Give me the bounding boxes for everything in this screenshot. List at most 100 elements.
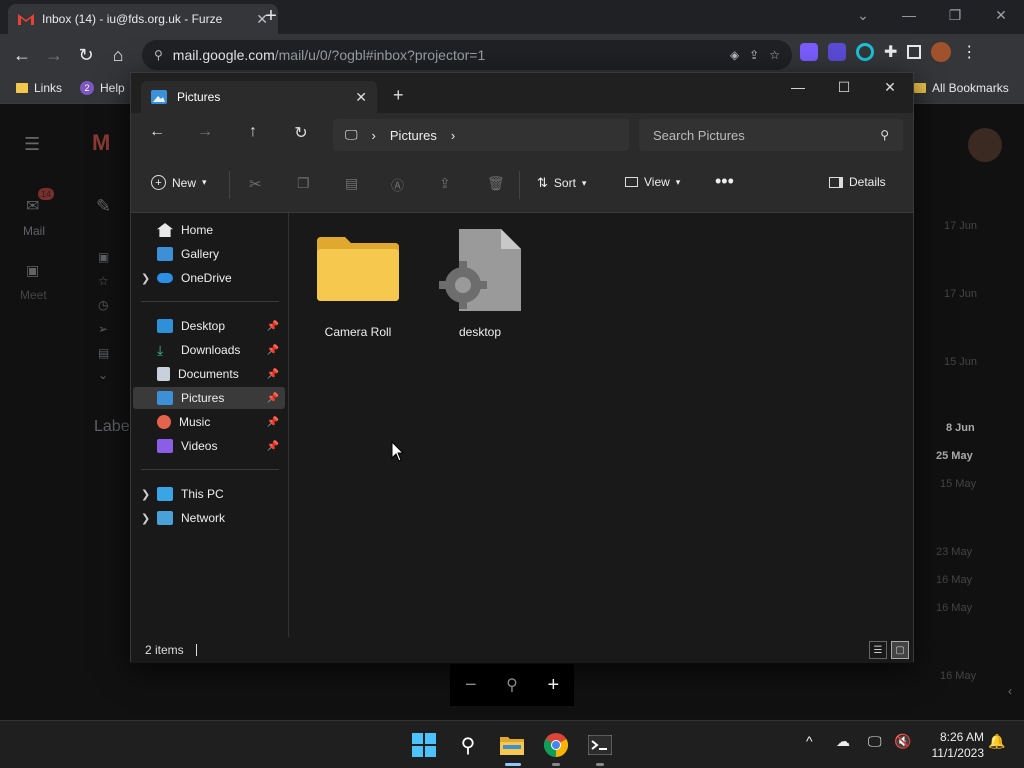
nav-item-this-pc[interactable]: ❯ This PC — [133, 483, 285, 505]
file-item-camera-roll[interactable]: Camera Roll — [303, 227, 413, 339]
file-item-desktop-ini[interactable]: desktop — [425, 227, 535, 339]
new-tab-button[interactable]: + — [260, 6, 282, 28]
taskbar-clock[interactable]: 8:26 AM 11/1/2023 — [932, 729, 985, 761]
pin-icon[interactable]: 📌 — [267, 417, 279, 428]
nav-item-onedrive[interactable]: ❯ OneDrive — [133, 267, 285, 289]
file-explorer-taskbar-icon[interactable] — [498, 731, 526, 759]
explorer-new-tab-button[interactable]: + — [393, 85, 404, 106]
chevron-right-icon[interactable]: ❯ — [141, 272, 150, 285]
collapse-chevron-icon[interactable]: ‹ — [1008, 684, 1012, 698]
meet-icon[interactable]: ▣ — [26, 262, 39, 279]
more-chevron-icon[interactable]: ⌄ — [98, 368, 108, 382]
drafts-icon[interactable]: ▤ — [98, 346, 109, 360]
forward-arrow-icon[interactable]: → — [191, 123, 219, 147]
volume-muted-icon[interactable]: 🔇 — [894, 733, 911, 750]
zoom-reset-icon[interactable]: ⚲ — [506, 675, 518, 695]
nav-item-music[interactable]: Music 📌 — [133, 411, 285, 433]
nav-item-gallery[interactable]: Gallery — [133, 243, 285, 265]
search-icon[interactable]: ⚲ — [454, 731, 482, 759]
notification-bell-icon[interactable]: 🔔 — [988, 733, 1005, 750]
minimize-icon[interactable]: — — [775, 73, 821, 101]
delete-icon[interactable]: 🗑 — [487, 175, 505, 192]
minimize-icon[interactable]: — — [886, 0, 932, 30]
nav-item-documents[interactable]: Documents 📌 — [133, 363, 285, 385]
terminal-taskbar-icon[interactable] — [586, 731, 614, 759]
more-options-icon[interactable]: ••• — [715, 171, 734, 192]
bookmark-star-icon[interactable]: ☆ — [769, 48, 780, 62]
chrome-menu-icon[interactable]: ⋮ — [961, 42, 977, 62]
details-button[interactable]: Details — [829, 175, 886, 189]
reload-icon[interactable]: ↻ — [70, 39, 102, 71]
profile-avatar[interactable] — [931, 42, 952, 62]
lens-icon[interactable]: ◈ — [730, 48, 739, 62]
nav-item-home[interactable]: Home — [133, 219, 285, 241]
view-button[interactable]: View ▾ — [625, 175, 680, 189]
extension-icon-ring[interactable] — [856, 43, 874, 61]
inbox-icon[interactable]: ▣ — [98, 250, 109, 264]
pin-icon[interactable]: 📌 — [267, 393, 279, 404]
back-arrow-icon[interactable]: ← — [6, 39, 38, 71]
onedrive-offline-icon[interactable]: ☁ — [836, 733, 850, 750]
hamburger-menu-icon[interactable]: ☰ — [24, 134, 40, 155]
site-info-icon[interactable]: ⚲ — [154, 48, 163, 62]
cut-icon[interactable]: ✂ — [249, 175, 262, 193]
browser-tab-gmail[interactable]: Inbox (14) - iu@fds.org.uk - Furze ✕ — [8, 4, 278, 34]
restore-icon[interactable]: ❐ — [932, 0, 978, 30]
forward-arrow-icon[interactable]: → — [38, 39, 70, 71]
new-button[interactable]: + New ▾ — [151, 175, 207, 190]
network-status-icon[interactable]: 🖵 — [868, 733, 882, 750]
bookmark-help[interactable]: 2 Help — [80, 81, 125, 95]
nav-item-desktop[interactable]: Desktop 📌 — [133, 315, 285, 337]
rename-icon[interactable]: Ⓐ — [391, 175, 404, 194]
share-icon[interactable]: ⇪ — [749, 48, 759, 62]
side-panel-icon[interactable] — [907, 45, 922, 59]
extension-icon-tw[interactable] — [828, 43, 846, 61]
bookmark-links[interactable]: Links — [16, 81, 62, 95]
chevron-right-icon[interactable]: › — [372, 128, 376, 143]
show-hidden-icons-chevron-icon[interactable]: ^ — [806, 733, 813, 749]
compose-icon[interactable]: ✎ — [96, 196, 111, 217]
start-button[interactable] — [410, 731, 438, 759]
sent-icon[interactable]: ➢ — [98, 322, 108, 336]
pin-icon[interactable]: 📌 — [267, 321, 279, 332]
breadcrumb-pictures[interactable]: Pictures — [390, 128, 437, 143]
paste-icon[interactable]: ▤ — [345, 175, 358, 192]
nav-item-videos[interactable]: Videos 📌 — [133, 435, 285, 457]
nav-item-network[interactable]: ❯ Network — [133, 507, 285, 529]
zoom-out-icon[interactable]: − — [465, 674, 477, 697]
close-window-icon[interactable]: ✕ — [867, 73, 913, 101]
tab-search-icon[interactable]: ⌄ — [840, 0, 886, 30]
home-icon[interactable]: ⌂ — [102, 39, 134, 71]
back-arrow-icon[interactable]: ← — [143, 123, 171, 147]
search-input[interactable] — [653, 127, 881, 143]
chevron-right-icon[interactable]: › — [451, 128, 455, 143]
search-box[interactable]: ⚲ — [639, 119, 903, 151]
address-bar[interactable]: ⚲ mail.google.com/mail/u/0/?ogbl#inbox?p… — [142, 40, 792, 70]
refresh-icon[interactable]: ↻ — [287, 123, 315, 147]
monitor-icon[interactable]: 🖵 — [345, 127, 358, 143]
up-arrow-icon[interactable]: ↑ — [239, 123, 267, 147]
all-bookmarks[interactable]: All Bookmarks — [914, 81, 1009, 95]
close-tab-icon[interactable]: ✕ — [355, 89, 367, 106]
copy-icon[interactable]: ❐ — [297, 175, 310, 192]
pin-icon[interactable]: 📌 — [267, 441, 279, 452]
pin-icon[interactable]: 📌 — [267, 345, 279, 356]
close-window-icon[interactable]: ✕ — [978, 0, 1024, 30]
sort-button[interactable]: ⇅ Sort ▾ — [537, 175, 586, 191]
nav-item-downloads[interactable]: ⤓ Downloads 📌 — [133, 339, 285, 361]
pin-icon[interactable]: 📌 — [267, 369, 279, 380]
zoom-in-icon[interactable]: + — [547, 674, 559, 697]
account-avatar[interactable] — [968, 128, 1002, 162]
mail-icon[interactable]: ✉ — [26, 196, 39, 216]
explorer-tab-pictures[interactable]: Pictures ✕ — [141, 81, 377, 113]
breadcrumb[interactable]: 🖵 › Pictures › — [333, 119, 629, 151]
snoozed-icon[interactable]: ◷ — [98, 298, 108, 312]
share-icon[interactable]: ⇪ — [439, 175, 451, 192]
puzzle-icon[interactable]: ✚ — [884, 42, 897, 62]
starred-icon[interactable]: ☆ — [98, 274, 109, 288]
chevron-right-icon[interactable]: ❯ — [141, 512, 150, 525]
large-icons-view-icon[interactable]: ▢ — [891, 641, 909, 659]
details-view-icon[interactable]: ☰ — [869, 641, 887, 659]
chevron-right-icon[interactable]: ❯ — [141, 488, 150, 501]
nav-item-pictures[interactable]: Pictures 📌 — [133, 387, 285, 409]
